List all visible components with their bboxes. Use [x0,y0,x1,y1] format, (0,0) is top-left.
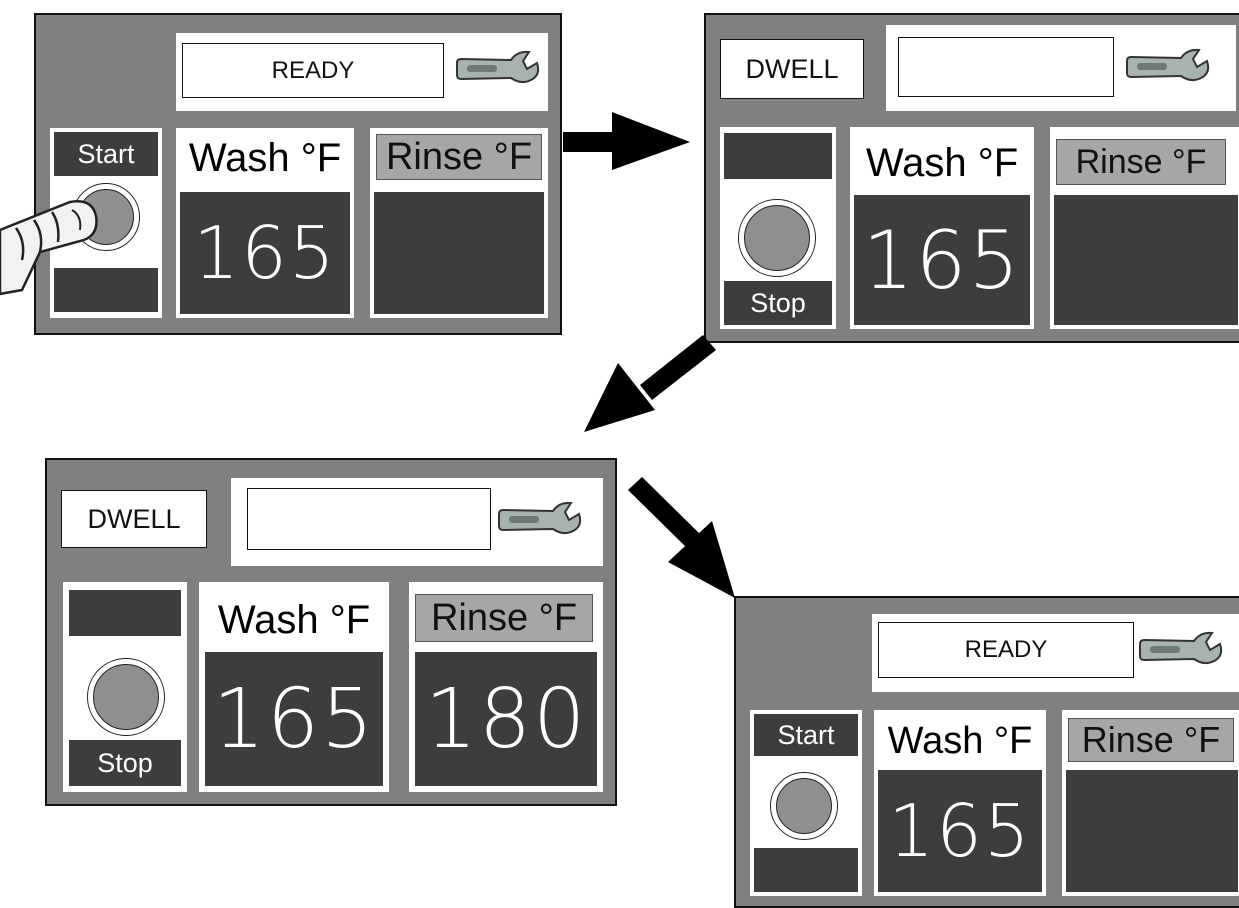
arrow-icon [628,477,735,598]
arrow-icon [563,112,690,170]
flow-arrows [563,112,735,598]
arrow-icon [584,335,716,432]
